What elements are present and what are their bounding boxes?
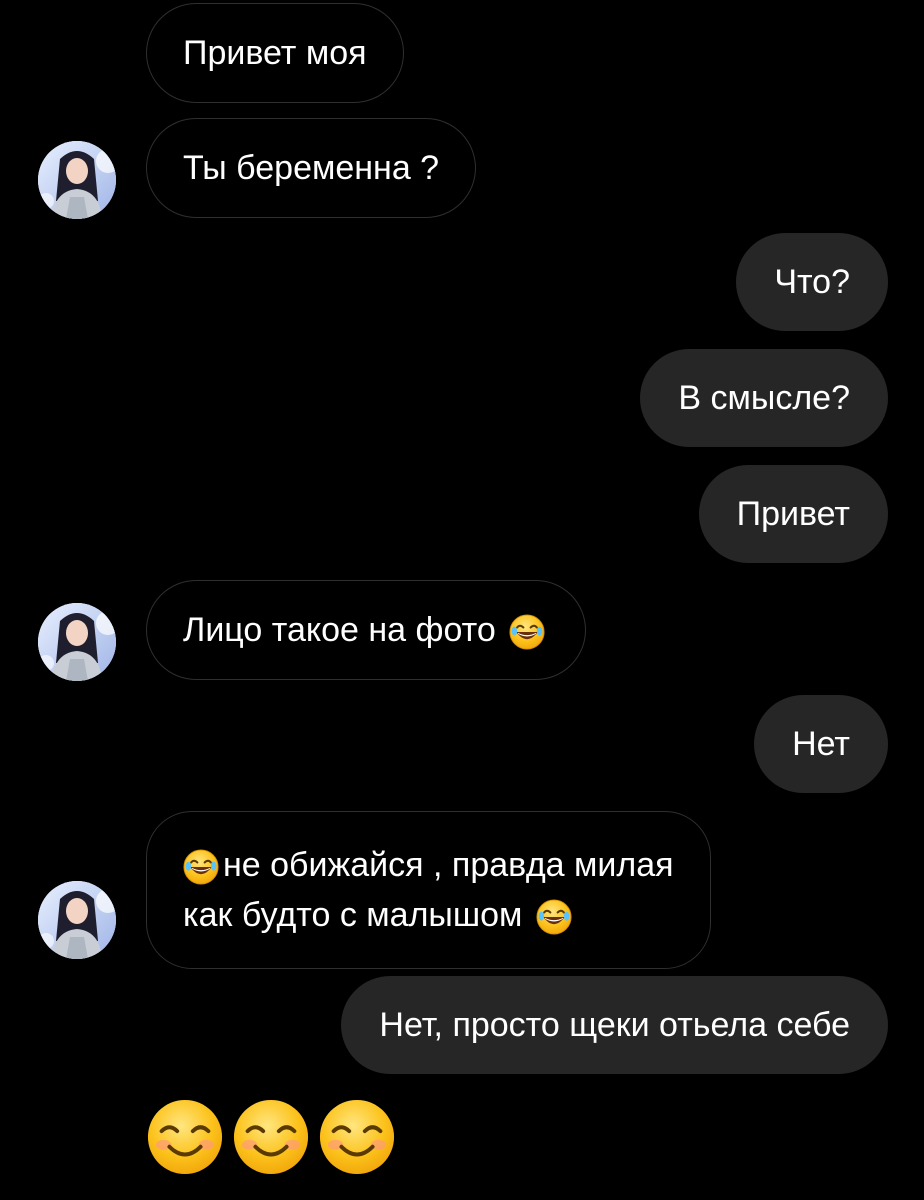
message-outgoing-5[interactable]: Нет, просто щеки отьела себе xyxy=(341,976,888,1074)
message-text: В смысле? xyxy=(678,379,850,417)
message-text: Нет, просто щеки отьела себе xyxy=(379,1006,850,1044)
message-text: как будто с малышом xyxy=(183,896,523,934)
smiling-face-icon xyxy=(232,1098,310,1176)
message-line-1: не обижайся , правда милая xyxy=(183,840,674,890)
message-text: Ты беременна ? xyxy=(183,149,440,187)
avatar-image xyxy=(38,603,116,681)
avatar-image xyxy=(38,141,116,219)
message-text: Что? xyxy=(774,263,850,301)
face-with-tears-of-joy-icon xyxy=(509,614,545,650)
message-text: Нет xyxy=(792,725,850,763)
message-text: Лицо такое на фото xyxy=(183,611,496,649)
message-incoming-2[interactable]: Ты беременна ? xyxy=(146,118,477,218)
message-text: Привет xyxy=(736,495,850,533)
message-outgoing-2[interactable]: В смысле? xyxy=(640,349,888,447)
message-incoming-3[interactable]: Лицо такое на фото xyxy=(146,580,587,680)
face-with-tears-of-joy-icon xyxy=(536,899,572,935)
message-line-2: как будто с малышом xyxy=(183,890,674,940)
message-outgoing-1[interactable]: Что? xyxy=(736,233,888,331)
message-incoming-1[interactable]: Привет моя xyxy=(146,3,404,103)
smiling-face-icon xyxy=(318,1098,396,1176)
avatar-image xyxy=(38,881,116,959)
message-text: не обижайся , правда милая xyxy=(223,846,674,884)
emoji-message[interactable] xyxy=(146,1098,396,1176)
face-with-tears-of-joy-icon xyxy=(183,849,219,885)
message-incoming-4[interactable]: не обижайся , правда милая как будто с м… xyxy=(146,811,711,969)
contact-avatar[interactable] xyxy=(38,881,116,959)
contact-avatar[interactable] xyxy=(38,141,116,219)
message-outgoing-4[interactable]: Нет xyxy=(754,695,888,793)
smiling-face-icon xyxy=(146,1098,224,1176)
message-text: Привет моя xyxy=(183,34,367,72)
message-outgoing-3[interactable]: Привет xyxy=(698,465,888,563)
contact-avatar[interactable] xyxy=(38,603,116,681)
